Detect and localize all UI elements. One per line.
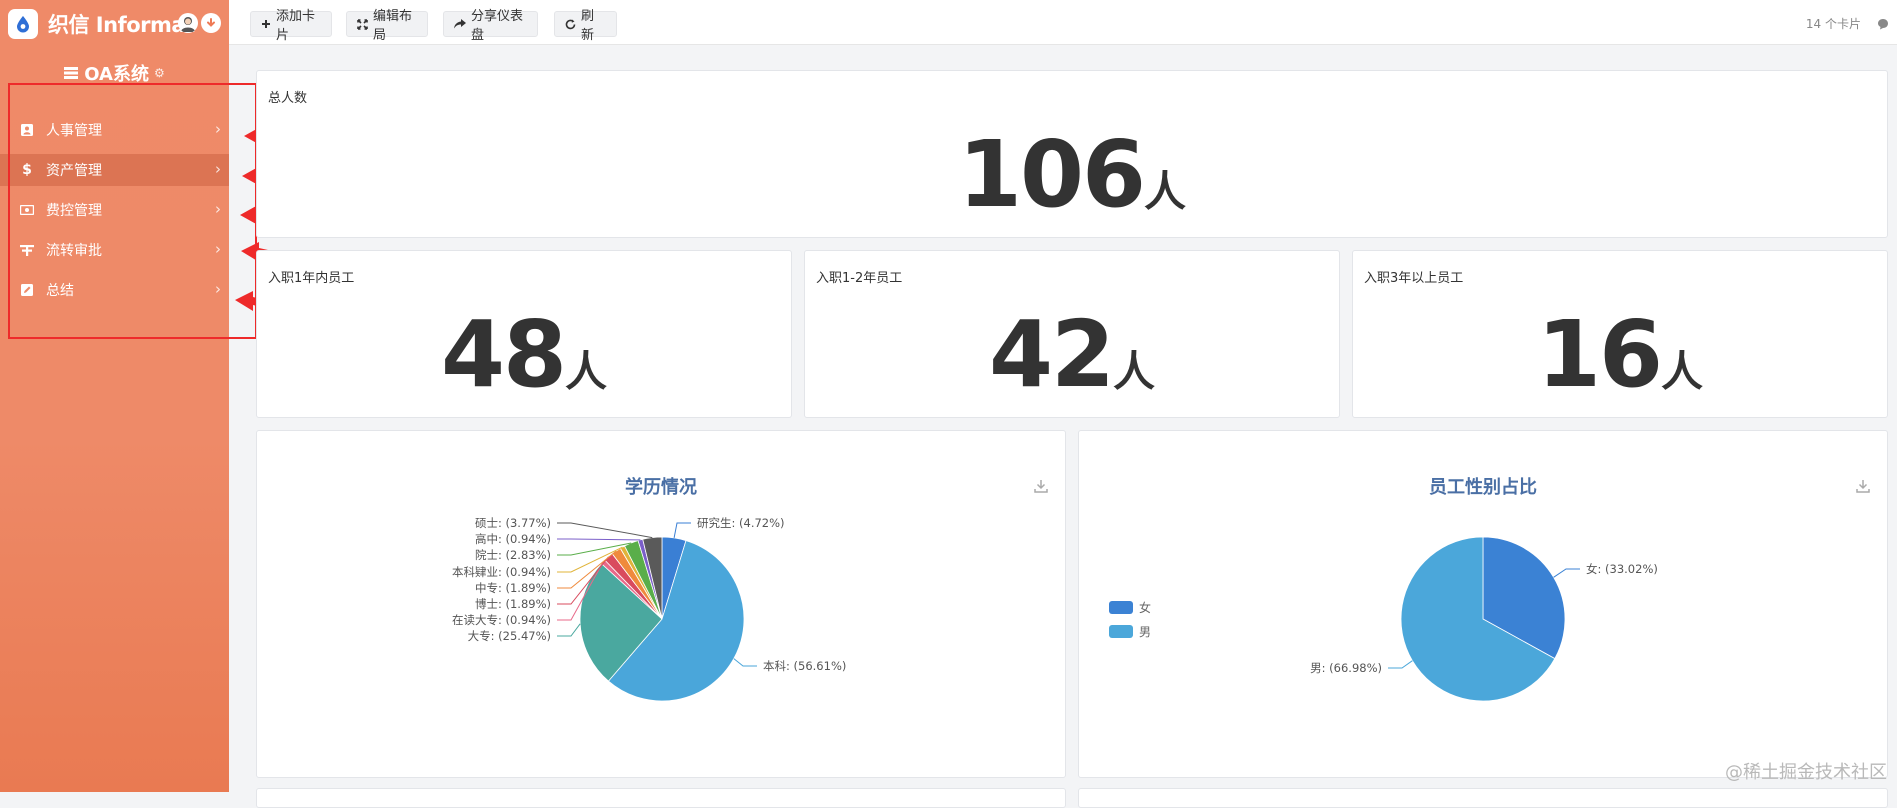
label-line	[673, 522, 691, 538]
card-count: 14 个卡片	[1805, 17, 1861, 31]
stat-unit: 人	[1661, 347, 1704, 396]
label-line	[557, 623, 581, 637]
stat-number: 16	[1536, 301, 1663, 408]
within-1-year-card[interactable]: 入职1年内员工 48人	[256, 250, 792, 418]
within-1-year-value: 48人	[257, 301, 791, 408]
stat-number: 42	[988, 301, 1115, 408]
slice-label: 在读大专: (0.94%)	[452, 613, 551, 627]
education-pie: 研究生: (4.72%) 本科: (56.61%) 大专: (25.47%) 在读大专…	[452, 516, 846, 702]
slice-label: 男: (66.98%)	[1310, 661, 1382, 675]
stat-unit: 人	[1113, 347, 1156, 396]
slice-label: 硕士: (3.77%)	[475, 516, 551, 530]
next-card-left	[256, 788, 1066, 808]
label-line	[1553, 568, 1580, 578]
label-line	[1388, 660, 1413, 669]
label-line	[557, 538, 641, 541]
slice-label: 博士: (1.89%)	[475, 597, 551, 611]
toolbar: 添加卡片 编辑布局 分享仪表盘 刷新 14 个卡片	[229, 0, 1897, 45]
edit-layout-label: 编辑布局	[373, 9, 413, 43]
expand-icon	[357, 18, 368, 30]
stat-unit: 人	[565, 347, 608, 396]
slice-label: 本科: (56.61%)	[763, 659, 846, 673]
slice-label: 中专: (1.89%)	[475, 581, 551, 595]
share-dashboard-button[interactable]: 分享仪表盘	[443, 9, 538, 43]
over-3-years-card[interactable]: 入职3年以上员工 16人	[1352, 250, 1888, 418]
watermark: @稀土掘金技术社区	[1725, 762, 1887, 783]
total-headcount-card[interactable]: 总人数 106人	[256, 70, 1888, 238]
comment-icon[interactable]	[1877, 15, 1889, 34]
card-title: 入职3年以上员工	[1364, 271, 1464, 286]
label-line	[557, 522, 653, 539]
refresh-label: 刷新	[581, 9, 595, 43]
gender-pie: 女: (33.02%) 男: (66.98%)	[1310, 536, 1658, 702]
slice-label: 大专: (25.47%)	[468, 629, 551, 643]
plus-icon	[261, 19, 271, 29]
one-to-two-years-value: 42人	[805, 301, 1339, 408]
slice-label: 本科肄业: (0.94%)	[452, 565, 551, 579]
stat-unit: 人	[1144, 167, 1187, 216]
add-card-button[interactable]: 添加卡片	[250, 9, 332, 43]
slice-label: 院士: (2.83%)	[475, 548, 551, 562]
card-title: 总人数	[268, 91, 308, 106]
slice-label: 研究生: (4.72%)	[697, 516, 785, 530]
total-headcount-value: 106人	[257, 121, 1887, 228]
add-card-label: 添加卡片	[276, 9, 316, 43]
stat-number: 106	[957, 121, 1146, 228]
share-icon	[454, 19, 466, 29]
card-title: 入职1-2年员工	[816, 271, 903, 286]
share-dashboard-label: 分享仪表盘	[471, 9, 524, 43]
education-chart-card: 学历情况 研究生: (4.72%) 本科: (56.61%) 大专: (25.47%…	[256, 430, 1066, 778]
gender-chart-card: 员工性别占比 女 男 女: (33.02%) 男: (66.98%)	[1078, 430, 1888, 778]
one-to-two-years-card[interactable]: 入职1-2年员工 42人	[804, 250, 1340, 418]
slice-label: 女: (33.02%)	[1586, 562, 1658, 576]
stat-number: 48	[440, 301, 567, 408]
slice-label: 高中: (0.94%)	[475, 532, 551, 546]
card-title: 入职1年内员工	[268, 271, 355, 286]
label-line	[733, 658, 757, 667]
next-card-right	[1078, 788, 1888, 808]
over-3-years-value: 16人	[1353, 301, 1887, 408]
refresh-icon	[565, 19, 576, 30]
edit-layout-button[interactable]: 编辑布局	[346, 9, 428, 43]
refresh-button[interactable]: 刷新	[554, 9, 617, 43]
